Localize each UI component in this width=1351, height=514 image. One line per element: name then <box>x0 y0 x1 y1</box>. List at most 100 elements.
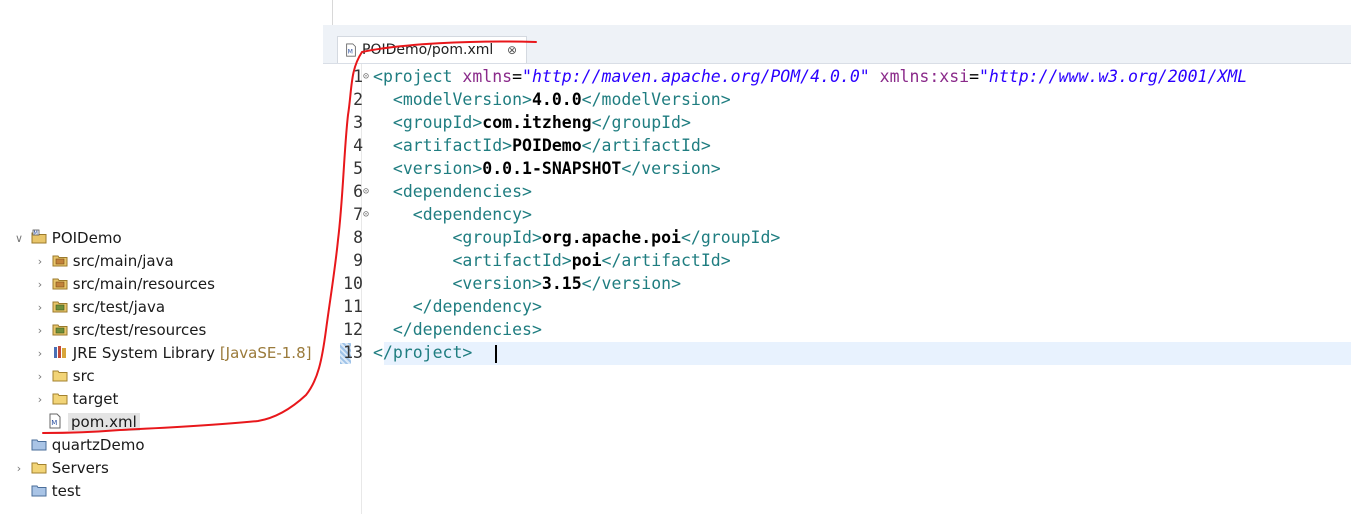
xml-tag-token: version <box>641 159 711 178</box>
chevron-right-icon[interactable]: › <box>33 365 47 388</box>
tab-pom-xml[interactable]: M POIDemo/pom.xml ⊗ <box>337 36 527 63</box>
code-line[interactable]: 5 <version>0.0.1-SNAPSHOT</version> <box>339 157 721 180</box>
chevron-right-icon[interactable]: › <box>33 342 47 365</box>
xml-str-token: "http://www.w3.org/2001/XML <box>979 67 1248 86</box>
code-line[interactable]: 12 </dependencies> <box>339 318 542 341</box>
xml-bracket-token: > <box>671 274 682 293</box>
chevron-down-icon[interactable]: ∨ <box>12 227 26 250</box>
code-line[interactable]: 10 <version>3.15</version> <box>339 272 681 295</box>
tree-item-pom-xml[interactable]: M pom.xml <box>47 411 140 434</box>
xml-tag-token: groupId <box>462 228 532 247</box>
test-source-folder-icon <box>52 324 68 336</box>
xml-tag-token: groupId <box>700 228 771 247</box>
xml-bracket-token: > <box>561 251 572 270</box>
tree-item-label: src/test/resources <box>72 321 207 339</box>
maven-file-icon: M <box>346 43 356 57</box>
code-line[interactable]: 13 </project> <box>339 341 472 364</box>
line-number: 2 <box>353 90 363 109</box>
tree-item-src-main-java[interactable]: › src/main/java <box>33 250 174 273</box>
line-number: 10 <box>343 274 363 293</box>
xml-bracket-token: > <box>522 90 532 109</box>
line-number: 4 <box>353 136 363 155</box>
xml-bracket-token: > <box>472 159 483 178</box>
code-line[interactable]: 11 </dependency> <box>339 295 542 318</box>
tree-item-label: src/main/java <box>72 252 174 270</box>
code-line[interactable]: 3 <groupId>com.itzheng</groupId> <box>339 111 691 134</box>
xml-bracket-token: < <box>412 205 423 224</box>
fold-collapse-icon[interactable]: ⊝ <box>363 203 373 226</box>
xml-tag-token: version <box>462 274 532 293</box>
code-line[interactable]: 9 <artifactId>poi</artifactId> <box>339 249 731 272</box>
tree-item-target[interactable]: › target <box>33 388 119 411</box>
xml-text-token: 4.0.0 <box>531 90 582 109</box>
library-icon <box>53 346 66 358</box>
chevron-right-icon[interactable]: › <box>33 296 47 319</box>
fold-collapse-icon[interactable]: ⊝ <box>363 65 373 88</box>
xml-tag-token: dependencies <box>402 182 523 201</box>
xml-bracket-token: < <box>392 113 403 132</box>
xml-bracket-token: < <box>392 182 403 201</box>
code-line[interactable]: 7⊝ <dependency> <box>339 203 532 226</box>
closed-project-icon <box>31 439 47 451</box>
code-content: </dependencies> <box>373 320 542 339</box>
code-content: <version>3.15</version> <box>373 274 681 293</box>
xml-eq-token: = <box>969 67 979 86</box>
close-icon[interactable]: ⊗ <box>507 37 517 63</box>
chevron-right-icon[interactable]: › <box>12 457 26 480</box>
xml-bracket-token: < <box>452 228 463 247</box>
tree-item-src-test-java[interactable]: › src/test/java <box>33 296 165 319</box>
xml-attr-token: xmlns <box>462 67 513 86</box>
tree-item-poidemo[interactable]: ∨ M POIDemo <box>12 227 122 250</box>
xml-bracket-token: > <box>502 136 513 155</box>
jre-version-decoration: [JavaSE-1.8] <box>219 344 312 362</box>
xml-bracket-token: < <box>452 274 463 293</box>
xml-tag-token: modelVersion <box>601 90 721 109</box>
svg-text:M: M <box>348 49 353 56</box>
line-number: 6 <box>353 182 363 201</box>
code-line[interactable]: 4 <artifactId>POIDemo</artifactId> <box>339 134 711 157</box>
xml-bracket-token: > <box>531 320 542 339</box>
xml-bracket-token: > <box>522 182 532 201</box>
code-line[interactable]: 1⊝ <project xmlns="http://maven.apache.or… <box>339 65 1247 88</box>
line-number: 3 <box>353 113 363 132</box>
xml-bracket-token: > <box>770 228 781 247</box>
xml-eq-token <box>870 67 880 86</box>
tree-item-src-test-resources[interactable]: › src/test/resources <box>33 319 207 342</box>
xml-bracket-token: > <box>522 205 532 224</box>
xml-bracket-token: </ <box>581 136 602 155</box>
code-content: </project> <box>373 343 472 362</box>
tree-item-servers[interactable]: › Servers <box>12 457 109 480</box>
xml-bracket-token: < <box>452 251 463 270</box>
xml-bracket-token: </ <box>591 113 612 132</box>
tree-item-test[interactable]: test <box>12 480 81 503</box>
xml-bracket-token: > <box>710 159 721 178</box>
xml-tag-token: artifactId <box>621 251 721 270</box>
folder-icon <box>52 393 68 405</box>
tree-item-src[interactable]: › src <box>33 365 95 388</box>
chevron-right-icon[interactable]: › <box>33 319 47 342</box>
tree-item-src-main-resources[interactable]: › src/main/resources <box>33 273 215 296</box>
code-content: <dependencies> <box>373 182 532 201</box>
code-line[interactable]: 8 <groupId>org.apache.poi</groupId> <box>339 226 780 249</box>
chevron-right-icon[interactable]: › <box>33 273 47 296</box>
code-line[interactable]: 6⊝ <dependencies> <box>339 180 532 203</box>
code-content: <groupId>org.apache.poi</groupId> <box>373 228 780 247</box>
tree-item-label: JRE System Library <box>72 344 216 362</box>
xml-text-token: org.apache.poi <box>541 228 681 247</box>
tree-item-jre-system-library[interactable]: › JRE System Library [JavaSE-1.8] <box>33 342 312 365</box>
closed-project-icon <box>31 485 47 497</box>
chevron-right-icon[interactable]: › <box>33 388 47 411</box>
xml-bracket-token: < <box>392 136 403 155</box>
tree-item-quartzdemo[interactable]: quartzDemo <box>12 434 145 457</box>
chevron-right-icon[interactable]: › <box>33 250 47 273</box>
fold-collapse-icon[interactable]: ⊝ <box>363 180 373 203</box>
code-line[interactable]: 2 <modelVersion>4.0.0</modelVersion> <box>339 88 731 111</box>
test-source-folder-icon <box>52 301 68 313</box>
xml-bracket-token: </ <box>412 297 433 316</box>
xml-str-token: "http://maven.apache.org/POM/4.0.0" <box>522 67 870 86</box>
code-content: <groupId>com.itzheng</groupId> <box>373 113 691 132</box>
